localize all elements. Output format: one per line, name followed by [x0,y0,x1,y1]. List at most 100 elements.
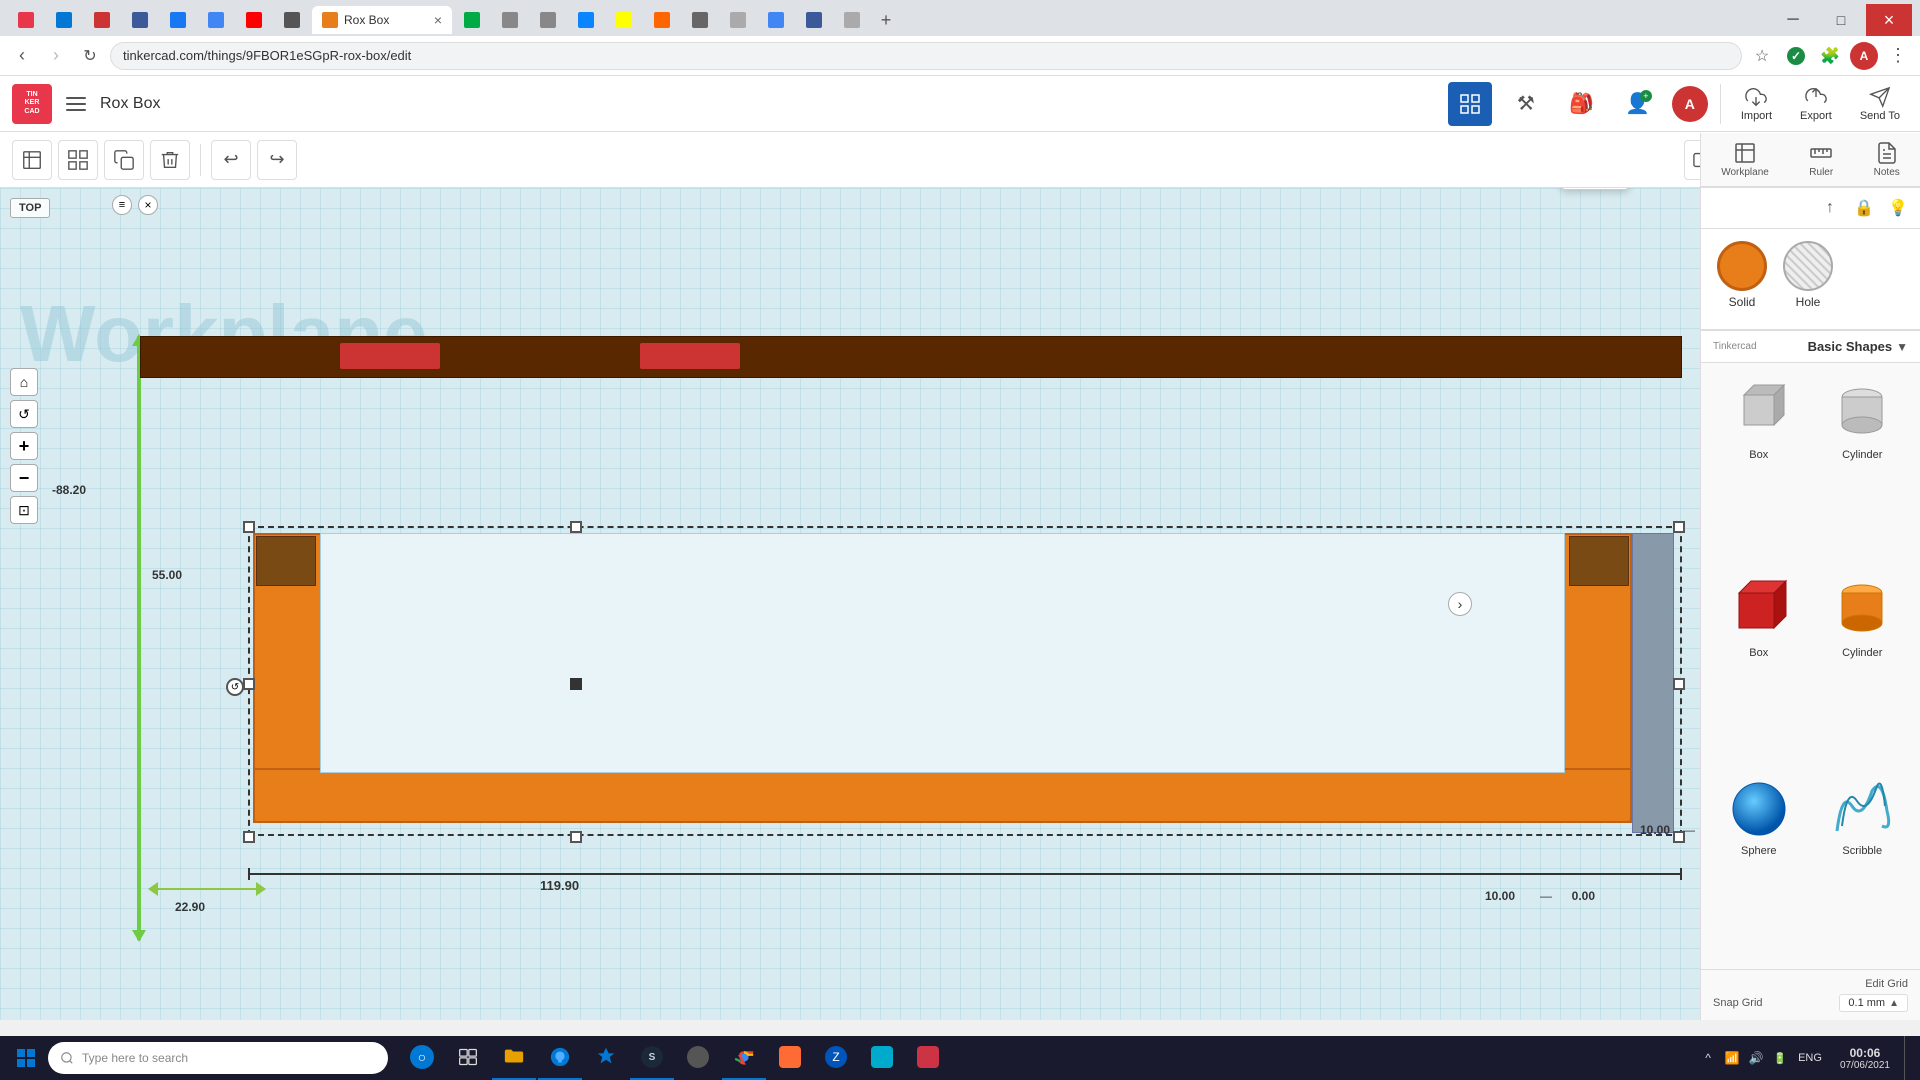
tab[interactable] [758,6,794,34]
prop-icon-3[interactable]: 💡 [1884,194,1912,222]
profile-button[interactable]: A [1850,42,1878,70]
tray-sound[interactable]: 🔊 [1746,1048,1766,1068]
undo-tool-button[interactable]: ↩ [211,140,251,180]
taskbar-app-8[interactable] [768,1036,812,1080]
taskbar-app-taskview[interactable] [446,1036,490,1080]
shapes-dropdown-btn[interactable]: Basic Shapes ▼ [1808,339,1908,354]
tab[interactable] [568,6,604,34]
taskbar-app-9[interactable]: Z [814,1036,858,1080]
maximize-button[interactable]: □ [1818,4,1864,36]
taskbar-app-chrome[interactable] [722,1036,766,1080]
minimize-button[interactable]: ─ [1770,4,1816,36]
taskbar-app-store[interactable] [584,1036,628,1080]
tray-keyboard[interactable]: ENG [1794,1052,1826,1064]
tab[interactable] [834,6,870,34]
tab[interactable] [274,6,310,34]
delete-tool-button[interactable] [150,140,190,180]
notes-nav-item[interactable]: Notes [1870,137,1904,182]
forward-button[interactable]: › [42,42,70,70]
canvas-area[interactable]: Workplane TOP × ≡ ⌂ ↺ + − ⊡ [0,188,1700,1020]
group-tool-button[interactable] [58,140,98,180]
shape-item-gray-box[interactable]: Box [1713,375,1805,561]
tinkercad-logo[interactable]: TINKERCAD [12,84,52,124]
zoom-in-button[interactable]: + [10,432,38,460]
taskbar-app-10[interactable] [860,1036,904,1080]
tray-battery[interactable]: 🔋 [1770,1048,1790,1068]
grid-view-button[interactable] [1448,82,1492,126]
taskbar-app-cortana[interactable]: ○ [400,1036,444,1080]
shape-item-gray-cylinder[interactable]: Cylinder [1817,375,1909,561]
prop-icon-2[interactable]: 🔒 [1850,194,1878,222]
ruler-nav-item[interactable]: Ruler [1805,137,1837,182]
home-button[interactable]: ⌂ [10,368,38,396]
handle-tl[interactable] [243,521,255,533]
import-button[interactable]: Import [1733,82,1780,126]
user-avatar[interactable]: A [1672,86,1708,122]
hamburger-menu[interactable] [62,90,90,118]
handle-tc[interactable] [570,521,582,533]
shape-item-sphere[interactable]: Sphere [1713,771,1805,957]
redo-tool-button[interactable]: ↪ [257,140,297,180]
workplane-nav-item[interactable]: Workplane [1717,137,1773,182]
snap-value-btn[interactable]: 0.1 mm ▲ [1839,994,1908,1012]
tab[interactable] [8,6,44,34]
taskbar-app-6[interactable] [676,1036,720,1080]
back-button[interactable]: ‹ [8,42,36,70]
taskbar-app-edge[interactable] [538,1036,582,1080]
taskbar-app-steam[interactable]: S [630,1036,674,1080]
settings-button[interactable]: ⋮ [1884,42,1912,70]
address-bar[interactable]: tinkercad.com/things/9FBOR1eSGpR-rox-box… [110,42,1742,70]
export-button[interactable]: Export [1792,82,1840,126]
handle-mc[interactable] [570,678,582,690]
tab[interactable] [122,6,158,34]
bag-button[interactable]: 🎒 [1560,82,1604,126]
handle-tr[interactable] [1673,521,1685,533]
taskbar-app-11[interactable] [906,1036,950,1080]
active-tab[interactable]: Rox Box × [312,6,452,34]
add-user-button[interactable]: 👤+ [1616,82,1660,126]
tab[interactable] [84,6,120,34]
prop-icon-1[interactable]: ↑ [1816,194,1844,222]
tab[interactable] [198,6,234,34]
tools-button[interactable]: ⚒ [1504,82,1548,126]
handle-bc[interactable] [570,831,582,843]
panel-toggle-chevron[interactable]: › [1448,592,1472,616]
handle-mr[interactable] [1673,678,1685,690]
tab[interactable] [644,6,680,34]
tab[interactable] [492,6,528,34]
tab[interactable] [454,6,490,34]
taskbar-app-explorer[interactable] [492,1036,536,1080]
tab[interactable] [606,6,642,34]
workplane-close-button[interactable]: × [138,195,158,215]
handle-ml[interactable] [243,678,255,690]
tab[interactable] [796,6,832,34]
tab[interactable] [530,6,566,34]
reload-button[interactable]: ↻ [76,42,104,70]
workplane-tool-button[interactable] [12,140,52,180]
send-to-button[interactable]: Send To [1852,82,1908,126]
workplane-icon[interactable]: ≡ [112,195,132,215]
rotate-handle[interactable]: ↺ [226,678,244,696]
tray-network[interactable]: 📶 [1722,1048,1742,1068]
taskbar-search[interactable]: Type here to search [48,1042,388,1074]
solid-option[interactable]: Solid [1717,241,1767,309]
bookmark-button[interactable]: ☆ [1748,42,1776,70]
start-button[interactable] [8,1040,44,1076]
shape-item-red-box[interactable]: Box [1713,573,1805,759]
hole-option[interactable]: Hole [1783,241,1833,309]
shape-item-orange-cylinder[interactable]: Cylinder [1817,573,1909,759]
tab[interactable] [720,6,756,34]
tab-close-btn[interactable]: × [434,12,442,28]
new-tab-button[interactable]: + [872,6,900,34]
tray-chevron[interactable]: ^ [1698,1048,1718,1068]
tab[interactable] [160,6,196,34]
clock[interactable]: 00:06 07/06/2021 [1832,1046,1898,1071]
fit-view-button[interactable]: ⊡ [10,496,38,524]
rotate-button[interactable]: ↺ [10,400,38,428]
zoom-out-button[interactable]: − [10,464,38,492]
tab[interactable] [682,6,718,34]
edit-grid-btn[interactable]: Edit Grid [1713,978,1908,990]
tab[interactable] [236,6,272,34]
extensions-button[interactable]: 🧩 [1816,42,1844,70]
copy-tool-button[interactable] [104,140,144,180]
